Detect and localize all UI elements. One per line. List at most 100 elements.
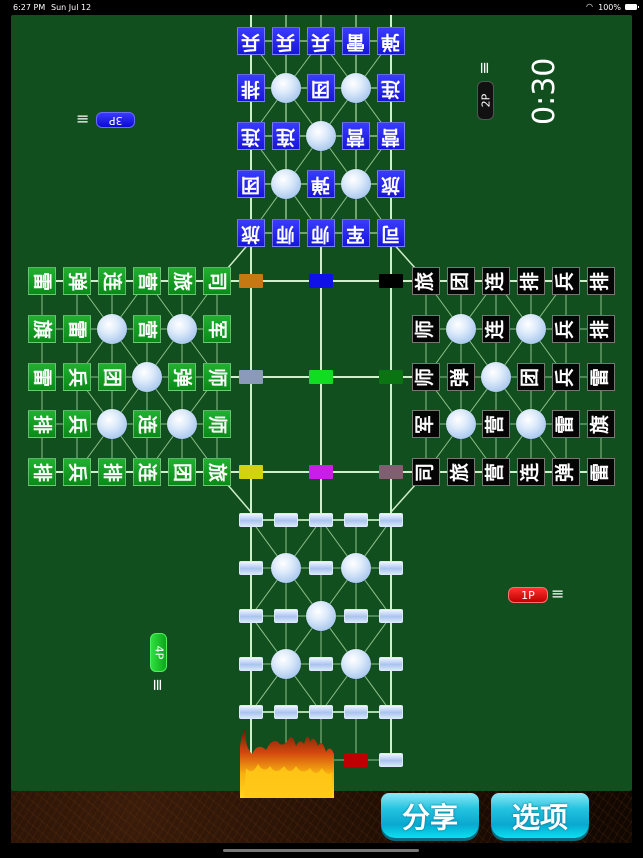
empty-post[interactable] <box>239 657 263 671</box>
empty-post[interactable] <box>309 513 333 527</box>
piece[interactable]: 军 <box>342 219 370 247</box>
piece[interactable]: 连 <box>377 74 405 102</box>
home-indicator[interactable] <box>223 849 419 852</box>
piece[interactable]: 师 <box>272 219 300 247</box>
empty-post[interactable] <box>309 705 333 719</box>
piece[interactable]: 雷 <box>63 315 91 343</box>
p1-menu-icon[interactable]: ≡ <box>551 586 564 602</box>
center-station[interactable] <box>309 274 333 288</box>
piece[interactable]: 军 <box>412 410 440 438</box>
empty-post[interactable] <box>309 657 333 671</box>
piece[interactable]: 兵 <box>63 458 91 486</box>
camp-circle[interactable] <box>271 169 301 199</box>
piece[interactable]: 连 <box>98 267 126 295</box>
camp-circle[interactable] <box>516 314 546 344</box>
piece[interactable]: 旅 <box>447 458 475 486</box>
camp-circle[interactable] <box>167 409 197 439</box>
piece[interactable]: 营 <box>377 122 405 150</box>
empty-post[interactable] <box>239 561 263 575</box>
empty-post[interactable] <box>379 705 403 719</box>
empty-post[interactable] <box>274 513 298 527</box>
piece[interactable]: 弹 <box>377 27 405 55</box>
p2-menu-icon[interactable]: ≡ <box>476 61 495 74</box>
piece[interactable]: 旅 <box>412 267 440 295</box>
piece[interactable]: 排 <box>28 458 56 486</box>
piece[interactable]: 连 <box>133 410 161 438</box>
center-station[interactable] <box>379 370 403 384</box>
center-station[interactable] <box>379 274 403 288</box>
piece[interactable]: 师 <box>307 219 335 247</box>
camp-circle[interactable] <box>271 73 301 103</box>
piece[interactable]: 排 <box>587 267 615 295</box>
piece[interactable]: 营 <box>133 267 161 295</box>
center-station[interactable] <box>239 370 263 384</box>
piece[interactable]: 营 <box>482 458 510 486</box>
piece[interactable]: 排 <box>98 458 126 486</box>
piece[interactable]: 兵 <box>552 363 580 391</box>
empty-post[interactable] <box>239 609 263 623</box>
piece[interactable]: 师 <box>203 363 231 391</box>
camp-circle[interactable] <box>97 409 127 439</box>
p1-marker[interactable] <box>344 753 368 767</box>
piece[interactable]: 团 <box>307 74 335 102</box>
piece[interactable]: 雷 <box>342 27 370 55</box>
camp-circle[interactable] <box>481 362 511 392</box>
piece[interactable]: 连 <box>237 122 265 150</box>
p4-menu-icon[interactable]: ≡ <box>149 678 168 691</box>
camp-circle[interactable] <box>341 553 371 583</box>
piece[interactable]: 师 <box>412 363 440 391</box>
piece[interactable]: 司 <box>412 458 440 486</box>
camp-circle[interactable] <box>446 409 476 439</box>
piece[interactable]: 弹 <box>552 458 580 486</box>
p3-menu-icon[interactable]: ≡ <box>76 111 89 127</box>
camp-circle[interactable] <box>271 553 301 583</box>
empty-post[interactable] <box>344 705 368 719</box>
piece[interactable]: 兵 <box>272 27 300 55</box>
piece[interactable]: 排 <box>587 315 615 343</box>
piece[interactable]: 雷 <box>587 363 615 391</box>
piece[interactable]: 兵 <box>63 363 91 391</box>
piece[interactable]: 排 <box>517 267 545 295</box>
empty-post[interactable] <box>379 609 403 623</box>
piece[interactable]: 师 <box>412 315 440 343</box>
center-station[interactable] <box>379 465 403 479</box>
empty-post[interactable] <box>344 609 368 623</box>
piece[interactable]: 兵 <box>63 410 91 438</box>
piece[interactable]: 兵 <box>307 27 335 55</box>
center-station[interactable] <box>239 274 263 288</box>
piece[interactable]: 弹 <box>63 267 91 295</box>
piece[interactable]: 雷 <box>28 267 56 295</box>
piece[interactable]: 兵 <box>237 27 265 55</box>
camp-circle[interactable] <box>341 73 371 103</box>
empty-post[interactable] <box>379 657 403 671</box>
empty-post[interactable] <box>274 705 298 719</box>
piece[interactable]: 营 <box>133 315 161 343</box>
piece[interactable]: 司 <box>203 267 231 295</box>
piece[interactable]: 团 <box>168 458 196 486</box>
piece[interactable]: 雷 <box>28 363 56 391</box>
empty-post[interactable] <box>379 561 403 575</box>
camp-circle[interactable] <box>516 409 546 439</box>
camp-circle[interactable] <box>271 649 301 679</box>
piece[interactable]: 雷 <box>552 410 580 438</box>
piece[interactable]: 旅 <box>168 267 196 295</box>
empty-post[interactable] <box>379 513 403 527</box>
camp-circle[interactable] <box>306 121 336 151</box>
empty-post[interactable] <box>239 705 263 719</box>
piece[interactable]: 团 <box>447 267 475 295</box>
piece[interactable]: 旅 <box>237 219 265 247</box>
camp-circle[interactable] <box>97 314 127 344</box>
piece[interactable]: 团 <box>517 363 545 391</box>
camp-circle[interactable] <box>446 314 476 344</box>
camp-circle[interactable] <box>341 649 371 679</box>
camp-circle[interactable] <box>167 314 197 344</box>
piece[interactable]: 弹 <box>307 170 335 198</box>
piece[interactable]: 军 <box>203 315 231 343</box>
center-station[interactable] <box>309 370 333 384</box>
camp-circle[interactable] <box>132 362 162 392</box>
piece[interactable]: 兵 <box>552 315 580 343</box>
share-button[interactable]: 分享 <box>381 793 479 838</box>
camp-circle[interactable] <box>306 601 336 631</box>
piece[interactable]: 兵 <box>552 267 580 295</box>
center-station[interactable] <box>309 465 333 479</box>
